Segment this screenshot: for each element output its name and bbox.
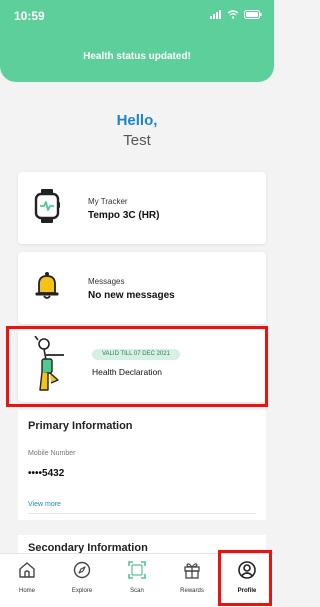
- smartwatch-icon: [34, 189, 60, 227]
- tab-rewards[interactable]: Rewards: [165, 554, 219, 607]
- gift-icon: [184, 563, 200, 579]
- profile-tab-highlight: [218, 550, 272, 606]
- greeting-name: Test: [123, 132, 151, 149]
- tab-scan[interactable]: Scan: [110, 554, 164, 607]
- scan-icon: [128, 561, 146, 579]
- tracker-card[interactable]: My Tracker Tempo 3C (HR): [18, 172, 266, 244]
- mobile-number-label: Mobile Number: [28, 450, 76, 457]
- bell-icon: [34, 271, 60, 305]
- messages-label: Messages: [88, 277, 125, 286]
- tab-rewards-label: Rewards: [180, 588, 204, 594]
- primary-info-title: Primary Information: [28, 420, 133, 432]
- tracker-label: My Tracker: [88, 197, 128, 206]
- greeting-hello: Hello,: [116, 112, 158, 129]
- health-status-banner: Health status updated!: [0, 32, 274, 82]
- tab-home[interactable]: Home: [0, 554, 54, 607]
- health-card-highlight: [6, 326, 268, 407]
- view-more-link[interactable]: View more: [28, 501, 61, 508]
- tab-home-label: Home: [18, 588, 35, 594]
- status-icons: [210, 10, 262, 19]
- battery-icon: [244, 10, 262, 19]
- compass-icon: [73, 561, 91, 579]
- mobile-number-value: ••••5432: [28, 468, 65, 479]
- greeting: Hello, Test: [0, 112, 274, 149]
- status-bar: 10:59: [0, 0, 274, 32]
- wifi-icon: [227, 10, 239, 19]
- tab-explore[interactable]: Explore: [55, 554, 109, 607]
- status-time: 10:59: [14, 9, 45, 23]
- messages-card[interactable]: Messages No new messages: [18, 252, 266, 324]
- banner-text: Health status updated!: [83, 51, 191, 62]
- home-icon: [19, 562, 35, 578]
- tab-scan-label: Scan: [130, 588, 144, 594]
- tracker-value: Tempo 3C (HR): [88, 210, 160, 221]
- signal-icon: [210, 10, 221, 19]
- messages-value: No new messages: [88, 290, 175, 301]
- section-divider: [28, 513, 256, 514]
- tab-explore-label: Explore: [71, 588, 93, 594]
